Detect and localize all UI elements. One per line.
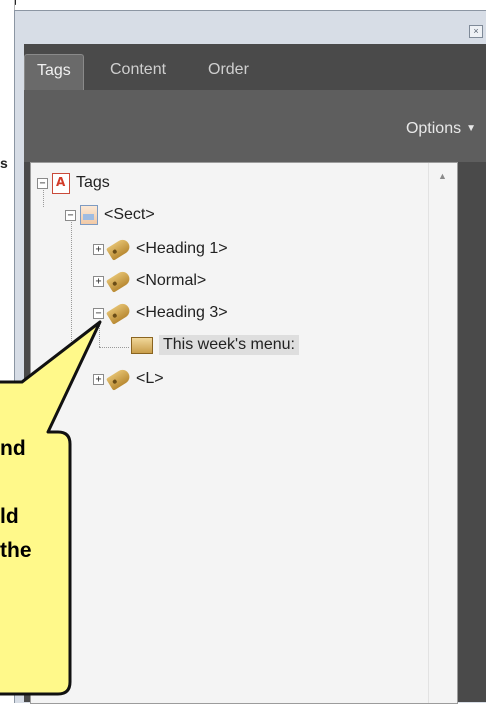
tree-node-tags-root[interactable]: − Tags [37, 171, 110, 195]
callout-line: nd [0, 437, 26, 460]
expand-icon[interactable]: + [93, 373, 104, 385]
collapse-icon[interactable]: − [93, 307, 104, 319]
panel-toolbar: Options ▼ [24, 90, 486, 162]
underlying-document: s [0, 0, 15, 702]
expand-icon[interactable]: + [93, 275, 104, 287]
tree-connector [99, 323, 100, 347]
tag-icon [105, 367, 133, 391]
expand-icon[interactable]: + [93, 243, 104, 255]
callout-line: the [0, 539, 32, 562]
tree-connector [71, 219, 72, 381]
tree-connector [99, 347, 129, 348]
collapse-icon[interactable]: − [37, 177, 48, 189]
tree-node-content-item[interactable]: This week's menu: [131, 333, 299, 357]
tree-node-heading-3[interactable]: − <Heading 3> [93, 301, 228, 325]
vertical-scrollbar[interactable]: ▲ [428, 163, 457, 703]
tree-node-sect[interactable]: − <Sect> [65, 203, 155, 227]
tab-bar: Tags Content Order [24, 44, 486, 90]
tree-node-list[interactable]: + <L> [93, 367, 164, 391]
tag-icon [105, 301, 133, 325]
content-box-icon [131, 336, 153, 354]
tree-node-label: <Sect> [104, 206, 155, 223]
tree-node-normal[interactable]: + <Normal> [93, 269, 206, 293]
chevron-down-icon: ▼ [466, 123, 476, 134]
tag-icon [105, 269, 133, 293]
options-label: Options [405, 120, 462, 137]
section-icon [80, 205, 98, 225]
tree-node-label: <Normal> [136, 272, 207, 289]
scroll-up-icon[interactable]: ▲ [438, 171, 447, 181]
options-menu-button[interactable]: Options ▼ [406, 120, 476, 138]
tag-icon [105, 237, 133, 261]
collapse-icon[interactable]: − [65, 209, 76, 221]
tab-tags[interactable]: Tags [24, 54, 84, 90]
tree-node-label: <L> [136, 370, 164, 387]
tree-node-label: This week's menu: [159, 335, 299, 355]
pdf-icon [52, 172, 70, 194]
tree-node-label: <Heading 1> [136, 240, 228, 257]
callout-text: nd ld the [0, 432, 60, 568]
tab-content[interactable]: Content [98, 54, 178, 90]
tree-node-label: <Heading 3> [136, 304, 228, 321]
callout-line: ld [0, 505, 19, 528]
close-icon[interactable]: × [469, 25, 483, 38]
callout-line [0, 466, 60, 500]
document-text-fragment: s [0, 155, 8, 171]
tab-order[interactable]: Order [196, 54, 261, 90]
tree-node-label: Tags [76, 174, 110, 191]
tree-node-heading-1[interactable]: + <Heading 1> [93, 237, 228, 261]
tag-tree: − Tags − <Sect> + <Heading 1> + <Normal>… [30, 162, 458, 704]
